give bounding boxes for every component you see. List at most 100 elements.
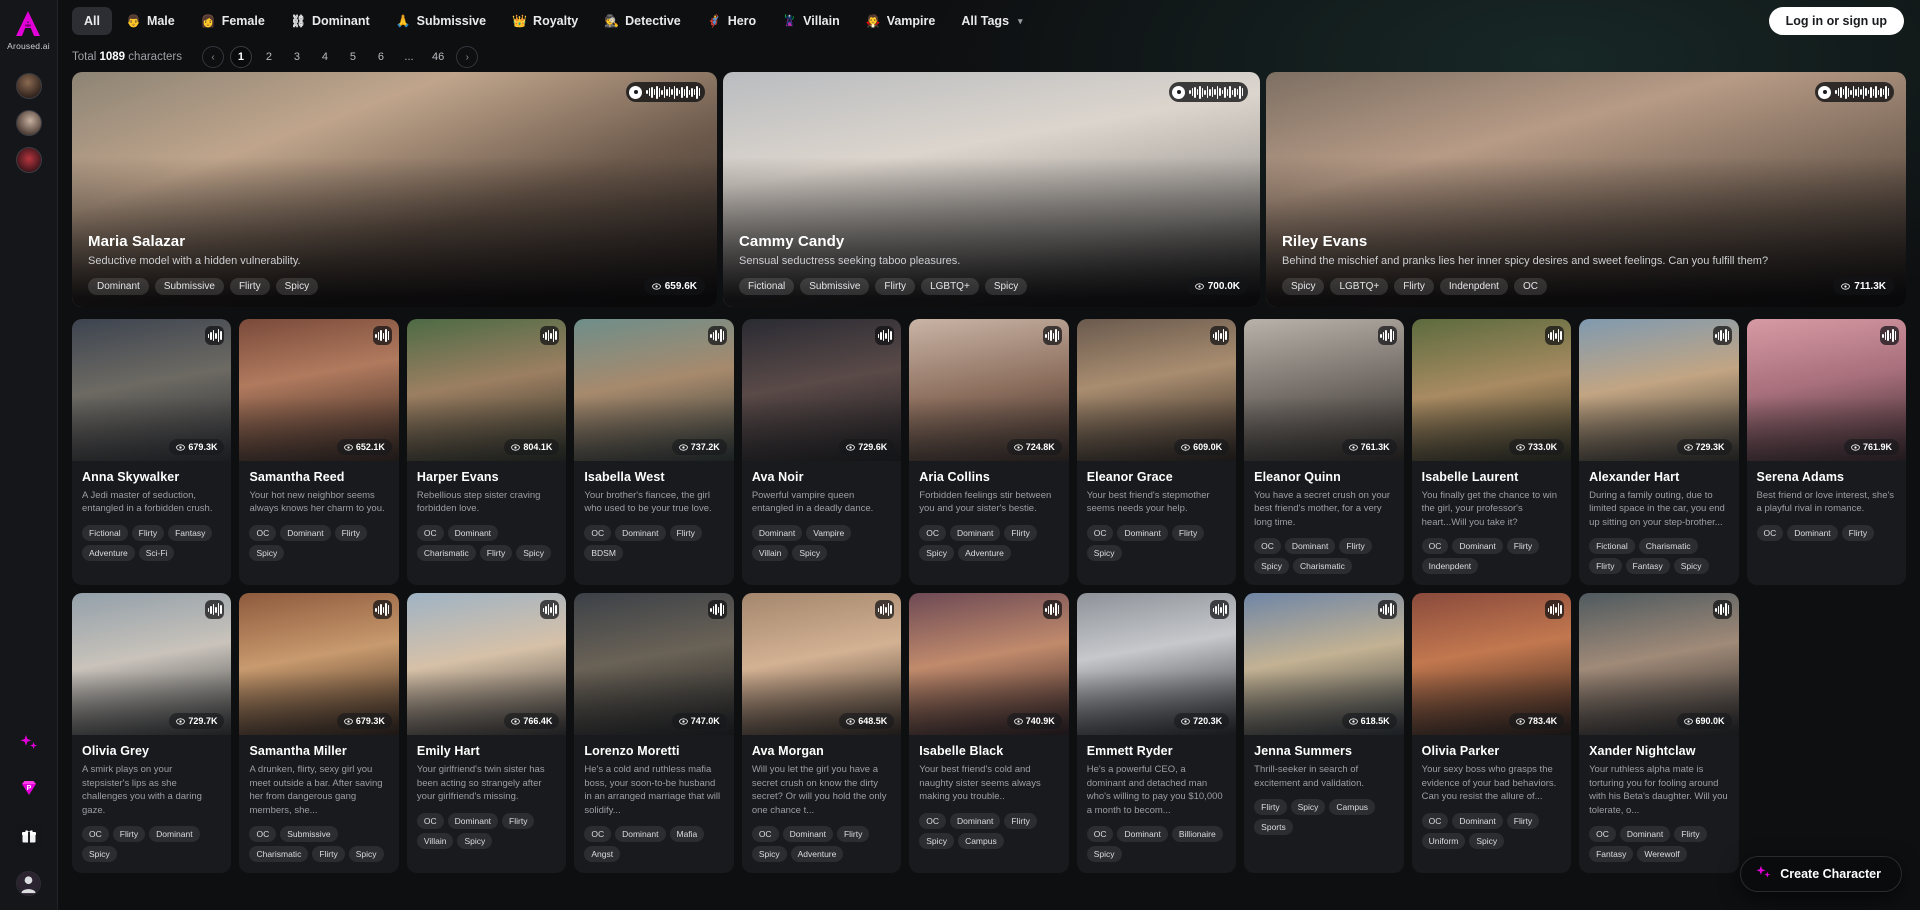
pagination-page-3[interactable]: 3 — [286, 46, 308, 68]
nav-item-detective[interactable]: 🕵️ Detective — [592, 7, 693, 35]
voice-waveform-button[interactable] — [1169, 82, 1248, 102]
voice-waveform-button[interactable] — [1879, 326, 1899, 345]
featured-card-tag[interactable]: Dominant — [88, 278, 149, 295]
voice-waveform-button[interactable] — [1815, 82, 1894, 102]
featured-card-tag[interactable]: Flirty — [229, 278, 270, 295]
voice-waveform-button[interactable] — [626, 82, 705, 102]
voice-waveform-button[interactable] — [1210, 326, 1230, 345]
character-card-tag[interactable]: Spicy — [792, 545, 828, 561]
character-card-tag[interactable]: OC — [751, 826, 779, 843]
character-card-tag[interactable]: Dominant — [1619, 826, 1671, 843]
character-card-tag[interactable]: Fictional — [1589, 538, 1635, 555]
character-card-tag[interactable]: OC — [1756, 525, 1784, 541]
character-card-tag[interactable]: Dominant — [1284, 538, 1336, 555]
character-card-tag[interactable]: OC — [249, 525, 277, 541]
nav-item-male[interactable]: 👨 Male — [114, 7, 187, 35]
character-card-tag[interactable]: OC — [82, 826, 109, 843]
character-card-tag[interactable]: Dominant — [1452, 538, 1503, 555]
character-card-tag[interactable]: OC — [1421, 538, 1449, 555]
character-card[interactable]: 761.9K Serena Adams Best friend or love in… — [1746, 319, 1906, 586]
nav-item-royalty[interactable]: 👑 Royalty — [500, 7, 590, 35]
featured-card-tag[interactable]: OC — [1513, 278, 1547, 295]
nav-item-female[interactable]: 👩 Female — [189, 7, 277, 35]
character-card-tag[interactable]: Flirty — [1004, 812, 1037, 829]
character-card-tag[interactable]: OC — [1421, 812, 1449, 829]
character-card-tag[interactable]: Flirty — [1004, 525, 1037, 541]
character-card-tag[interactable]: Dominant — [950, 525, 1001, 541]
voice-waveform-button[interactable] — [1712, 600, 1732, 620]
character-card[interactable]: 724.8K Aria Collins Forbidden feelings sti… — [909, 319, 1069, 586]
character-card-tag[interactable]: Dominant — [280, 525, 331, 541]
premium-diamond-icon[interactable]: P — [17, 777, 41, 801]
character-card-tag[interactable]: Indenpdent — [1421, 558, 1479, 575]
character-card-tag[interactable]: Dominant — [782, 826, 833, 843]
character-card-tag[interactable]: Campus — [1329, 799, 1376, 816]
character-card-tag[interactable]: OC — [416, 525, 444, 541]
pagination-page-4[interactable]: 4 — [314, 46, 336, 68]
voice-waveform-button[interactable] — [1210, 600, 1230, 620]
character-card-tag[interactable]: Flirty — [479, 545, 513, 561]
character-card[interactable]: 609.0K Eleanor Grace Your best friend's st… — [1076, 319, 1237, 586]
character-card[interactable]: 804.1K Harper Evans Rebellious step sister… — [406, 319, 567, 586]
featured-card-tag[interactable]: Flirty — [875, 278, 916, 295]
featured-card-tag[interactable]: Submissive — [154, 278, 224, 295]
character-card-tag[interactable]: Dominant — [615, 525, 666, 541]
character-card-tag[interactable]: Dominant — [1117, 525, 1168, 541]
character-card-tag[interactable]: Flirty — [1506, 538, 1540, 555]
featured-card[interactable]: Maria Salazar Seductive model with a hidd… — [72, 72, 717, 307]
nav-item-hero[interactable]: 🦸 Hero — [695, 7, 768, 35]
character-card[interactable]: 729.3K Alexander Hart During a family outi… — [1579, 319, 1739, 586]
character-card-tag[interactable]: Fantasy — [168, 525, 213, 541]
character-card[interactable]: 737.2K Isabella West Your brother's fiance… — [574, 319, 734, 586]
voice-waveform-button[interactable] — [707, 326, 727, 345]
character-card[interactable]: 729.6K Ava Noir Powerful vampire queen ent… — [741, 319, 902, 586]
recent-character-avatar[interactable] — [15, 110, 42, 136]
featured-card-tag[interactable]: Spicy — [1282, 278, 1325, 295]
voice-waveform-button[interactable] — [1042, 326, 1062, 345]
character-card-tag[interactable]: Spicy — [1254, 558, 1289, 575]
featured-card-tag[interactable]: Submissive — [800, 278, 870, 295]
character-card-tag[interactable]: OC — [1589, 826, 1616, 843]
featured-card-tag[interactable]: Spicy — [984, 278, 1028, 295]
recent-character-avatar[interactable] — [15, 73, 42, 99]
character-card-tag[interactable]: Spicy — [516, 545, 551, 561]
character-card-tag[interactable]: OC — [584, 525, 612, 541]
pagination-page-5[interactable]: 5 — [342, 46, 364, 68]
featured-card-tag[interactable]: LGBTQ+ — [921, 278, 979, 295]
character-card-tag[interactable]: Spicy — [919, 832, 955, 849]
character-card[interactable]: 747.0K Lorenzo Moretti He's a cold and rut… — [574, 593, 734, 874]
featured-card-tag[interactable]: Fictional — [739, 278, 795, 295]
pagination-page-46[interactable]: 46 — [426, 46, 450, 68]
voice-waveform-button[interactable] — [875, 326, 895, 345]
character-card-tag[interactable]: Spicy — [1673, 558, 1709, 575]
character-card-tag[interactable]: Flirty — [131, 525, 165, 541]
character-card-tag[interactable]: OC — [919, 812, 947, 829]
character-card[interactable]: 729.7K Olivia Grey A smirk plays on your s… — [72, 593, 232, 874]
character-card[interactable]: 618.5K Jenna Summers Thrill-seeker in sear… — [1244, 593, 1404, 874]
voice-waveform-button[interactable] — [205, 326, 225, 345]
character-card-tag[interactable]: Spicy — [457, 832, 493, 849]
character-card-tag[interactable]: Uniform — [1421, 832, 1466, 849]
character-card-tag[interactable]: OC — [919, 525, 947, 541]
character-card-tag[interactable]: Spicy — [1469, 832, 1505, 849]
brand-logo[interactable]: Aroused.ai — [7, 10, 50, 51]
character-card[interactable]: 720.3K Emmett Ryder He's a powerful CEO, a… — [1076, 593, 1237, 874]
character-card[interactable]: 679.3K Anna Skywalker A Jedi master of sed… — [72, 319, 232, 586]
character-card[interactable]: 733.0K Isabelle Laurent You finally get th… — [1411, 319, 1572, 586]
character-card[interactable]: 761.3K Eleanor Quinn You have a secret cru… — [1244, 319, 1404, 586]
character-card-tag[interactable]: Werewolf — [1637, 846, 1687, 863]
pagination-page-1[interactable]: 1 — [229, 46, 252, 68]
character-card-tag[interactable]: Dominant — [447, 812, 499, 829]
character-card-tag[interactable]: OC — [1086, 525, 1114, 541]
character-card[interactable]: 690.0K Xander Nightclaw Your ruthless alph… — [1579, 593, 1739, 874]
character-card-tag[interactable]: BDSM — [584, 545, 623, 561]
recent-character-avatar[interactable] — [15, 147, 42, 173]
all-tags-dropdown[interactable]: All Tags ▾ — [949, 7, 1034, 35]
character-card-tag[interactable]: OC — [1086, 826, 1114, 843]
character-card-tag[interactable]: Adventure — [790, 846, 844, 863]
character-card-tag[interactable]: Flirty — [836, 826, 870, 843]
character-card-tag[interactable]: Spicy — [249, 545, 285, 561]
voice-waveform-button[interactable] — [1042, 600, 1062, 620]
character-card-tag[interactable]: Dominant — [615, 826, 666, 843]
character-card[interactable]: 648.5K Ava Morgan Will you let the girl yo… — [741, 593, 902, 874]
